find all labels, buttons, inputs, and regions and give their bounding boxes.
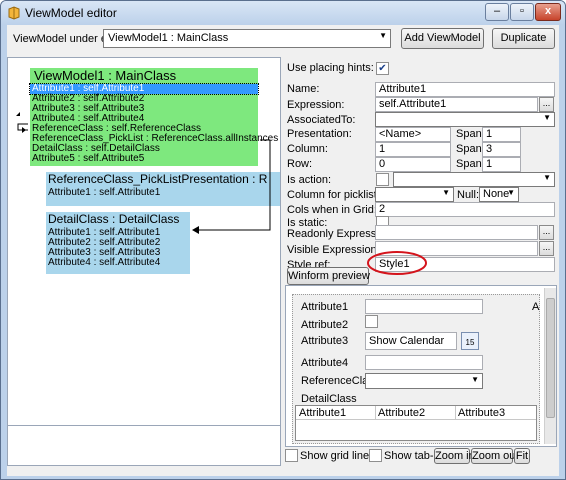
fit-button[interactable]: Fit: [514, 448, 530, 464]
presentation-label: Presentation:: [287, 128, 352, 140]
associated-to-label: AssociatedTo:: [287, 114, 356, 126]
preview-calendar-field[interactable]: Show Calendar: [365, 332, 457, 350]
expression-ellipsis-button[interactable]: ...: [539, 97, 554, 112]
close-button[interactable]: x: [535, 3, 561, 21]
presentation-span-field[interactable]: 1: [482, 127, 521, 142]
name-field[interactable]: Attribute1: [375, 82, 555, 97]
maximize-icon: ▫: [520, 5, 524, 17]
chevron-down-icon: ▼: [507, 188, 515, 197]
calendar-icon[interactable]: 15: [461, 332, 479, 350]
viewmodel-select-value: ViewModel1 : MainClass: [108, 32, 229, 44]
window: ViewModel editor – ▫ x ViewModel under e…: [0, 0, 566, 480]
row-span-label: Span:: [456, 158, 485, 170]
preview-attribute1-field[interactable]: [365, 299, 483, 314]
chevron-down-icon: ▼: [543, 173, 551, 182]
show-grid-lines-checkbox[interactable]: [285, 449, 298, 462]
canvas-bottom-panel[interactable]: [7, 425, 281, 466]
column-span-label: Span:: [456, 143, 485, 155]
preview-label-detailclass: DetailClass: [301, 393, 357, 405]
use-hints-label: Use placing hints:: [287, 62, 374, 74]
presentation-span-label: Span:: [456, 128, 485, 140]
title-bar[interactable]: ViewModel editor – ▫ x: [1, 1, 565, 25]
cols-grid-label: Cols when in Grid:: [287, 204, 377, 216]
expression-field[interactable]: self.Attribute1: [375, 97, 538, 112]
column-picklist-label: Column for picklist:: [287, 189, 380, 201]
minimize-icon: –: [493, 5, 501, 17]
use-hints-checkbox[interactable]: ✔: [376, 62, 389, 75]
name-label: Name:: [287, 83, 320, 95]
preview-attribute2-checkbox[interactable]: [365, 315, 378, 328]
readonly-expression-field[interactable]: [375, 225, 538, 240]
winform-preview-button[interactable]: Winform preview: [287, 267, 370, 285]
preview-detail-grid[interactable]: Attribute1 Attribute2 Attribute3: [295, 405, 537, 441]
preview-scrollbar[interactable]: [544, 288, 556, 444]
grid-col-header: Attribute2: [378, 407, 426, 419]
show-grid-lines-label: Show grid lines: [300, 450, 375, 462]
associated-to-select[interactable]: ▼: [375, 112, 555, 127]
preview-form: Attribute1 A Attribute2 Attribute3 Show …: [292, 294, 540, 444]
winform-preview-panel: Attribute1 A Attribute2 Attribute3 Show …: [285, 285, 557, 447]
preview-label-attribute1: Attribute1: [301, 301, 349, 313]
chevron-down-icon: ▼: [442, 188, 450, 197]
column-field[interactable]: 1: [375, 142, 451, 157]
null-select-value: None: [483, 188, 510, 200]
preview-referenceclass-select[interactable]: ▼: [365, 373, 483, 389]
duplicate-button[interactable]: Duplicate: [492, 28, 555, 49]
null-select[interactable]: None ▼: [479, 187, 519, 202]
scrollbar-thumb[interactable]: [546, 298, 555, 418]
presentation-field[interactable]: <Name>: [375, 127, 451, 142]
grid-col-header: Attribute1: [299, 407, 347, 419]
chevron-down-icon: ▼: [379, 31, 387, 40]
preview-label-attribute2: Attribute2: [301, 319, 349, 331]
viewmodel-select[interactable]: ViewModel1 : MainClass ▼: [103, 29, 391, 48]
zoom-in-button[interactable]: Zoom in: [434, 448, 475, 464]
minimize-button[interactable]: –: [485, 3, 509, 21]
expression-label: Expression:: [287, 99, 345, 111]
cols-grid-field[interactable]: 2: [375, 202, 555, 217]
is-action-checkbox[interactable]: [376, 173, 389, 186]
column-span-field[interactable]: 3: [482, 142, 521, 157]
preview-label-attribute4: Attribute4: [301, 357, 349, 369]
row-span-field[interactable]: 1: [482, 157, 521, 172]
window-title: ViewModel editor: [25, 6, 117, 20]
highlight-circle: [367, 251, 427, 275]
design-canvas[interactable]: ViewModel1 : MainClass Attribute1 : self…: [7, 57, 281, 429]
chevron-down-icon: ▼: [543, 113, 551, 122]
chevron-down-icon: ▼: [471, 375, 479, 384]
maximize-button[interactable]: ▫: [510, 3, 534, 21]
readonly-ellipsis-button[interactable]: ...: [539, 225, 554, 240]
connector-lines: [16, 112, 271, 234]
visible-ellipsis-button[interactable]: ...: [539, 241, 554, 256]
is-action-select[interactable]: ▼: [393, 172, 555, 187]
show-tab-order-checkbox[interactable]: [369, 449, 382, 462]
grid-header: Attribute1 Attribute2 Attribute3: [296, 406, 536, 420]
close-icon: x: [544, 5, 552, 17]
zoom-out-button[interactable]: Zoom out: [471, 448, 518, 464]
preview-attribute4-field[interactable]: [365, 355, 483, 370]
app-icon: [8, 6, 20, 20]
null-label: Null:: [457, 189, 480, 201]
editor-client-area: ViewModel under edit: ViewModel1 : MainC…: [7, 25, 559, 476]
preview-edge-text: A: [532, 301, 540, 313]
grid-col-header: Attribute3: [458, 407, 506, 419]
column-label: Column:: [287, 143, 328, 155]
row-field[interactable]: 0: [375, 157, 451, 172]
preview-label-attribute3: Attribute3: [301, 335, 349, 347]
add-viewmodel-button[interactable]: Add ViewModel: [401, 28, 484, 49]
column-picklist-select[interactable]: ▼: [375, 187, 454, 202]
is-action-label: Is action:: [287, 174, 332, 186]
row-label: Row:: [287, 158, 313, 170]
